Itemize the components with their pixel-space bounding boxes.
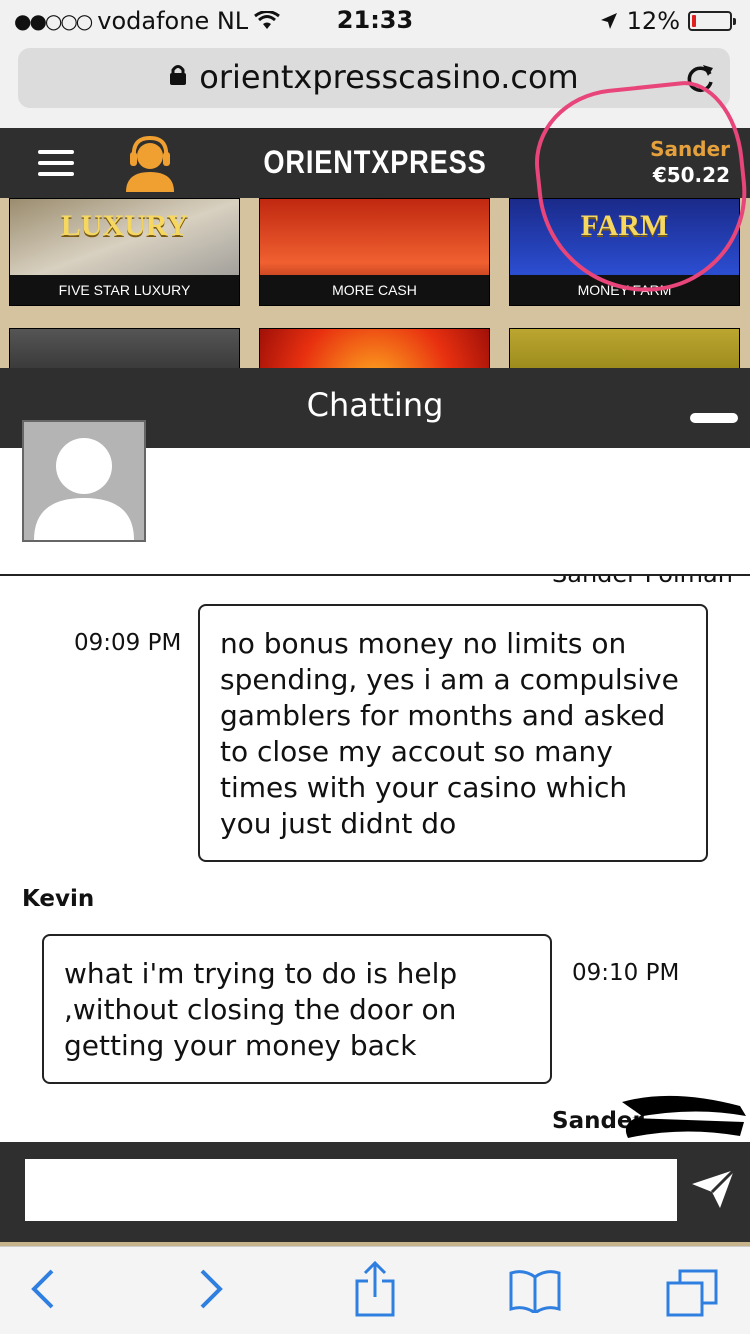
battery-percent: 12% xyxy=(626,7,680,35)
minimize-icon[interactable] xyxy=(690,413,738,423)
bookmarks-icon[interactable] xyxy=(508,1269,562,1313)
chat-messages: Sander Polman 09:09 PM no bonus money no… xyxy=(0,576,750,1142)
chat-input-bar xyxy=(0,1142,750,1242)
status-right: 12% xyxy=(599,7,736,35)
sender-name-partial: Sander Polman xyxy=(552,576,733,588)
game-tile[interactable] xyxy=(259,328,490,368)
chat-panel: Chatting Sander Polman 09:09 PM no bonus… xyxy=(0,368,750,1242)
agent-profile-area xyxy=(0,420,750,576)
game-art xyxy=(510,329,739,368)
message-time: 09:10 PM xyxy=(572,960,680,986)
message-time: 09:09 PM xyxy=(74,630,182,656)
browser-toolbar xyxy=(0,1246,750,1334)
chat-title: Chatting xyxy=(306,386,444,424)
game-label: FIVE STAR LUXURY xyxy=(10,275,239,305)
redaction-scribble xyxy=(622,1095,746,1138)
chat-message-input[interactable] xyxy=(25,1159,677,1221)
location-arrow-icon xyxy=(600,13,617,29)
game-art xyxy=(260,329,489,368)
game-tile[interactable] xyxy=(9,328,240,368)
status-bar: ●●○○○ vodafone NL 21:33 12% xyxy=(0,0,750,40)
game-tile[interactable]: LUXURY FIVE STAR LUXURY xyxy=(9,198,240,306)
lock-icon xyxy=(170,65,187,85)
message-bubble: what i'm trying to do is help ,without c… xyxy=(42,934,552,1084)
game-tile[interactable] xyxy=(509,328,740,368)
sender-name: Kevin xyxy=(22,886,95,912)
url-text: orientxpresscasino.com xyxy=(199,58,579,96)
battery-icon xyxy=(688,11,736,31)
avatar xyxy=(22,420,146,542)
send-icon[interactable] xyxy=(690,1168,736,1210)
message-bubble: no bonus money no limits on spending, ye… xyxy=(198,604,708,862)
user-silhouette-icon xyxy=(34,438,134,540)
game-tile[interactable]: MORE CASH xyxy=(259,198,490,306)
game-art xyxy=(10,329,239,368)
battery-level xyxy=(692,15,697,27)
game-art-text: LUXURY xyxy=(60,209,189,242)
forward-icon[interactable] xyxy=(198,1267,224,1311)
share-icon[interactable] xyxy=(354,1261,396,1317)
game-label: MORE CASH xyxy=(260,275,489,305)
back-icon[interactable] xyxy=(30,1267,56,1311)
tabs-icon[interactable] xyxy=(666,1269,718,1317)
